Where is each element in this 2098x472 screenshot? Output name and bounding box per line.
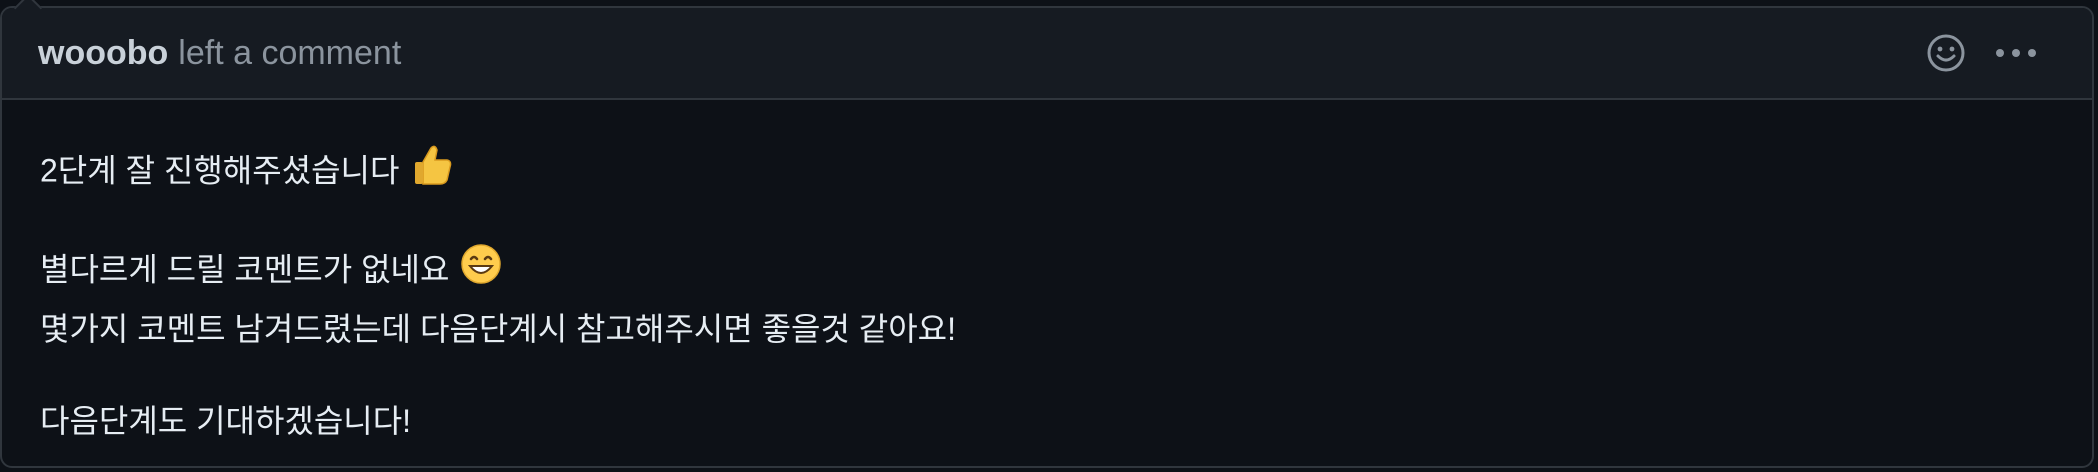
comment-paragraph: 별다르게 드릴 코멘트가 없네요 몇가지 코멘트 남겨드렸는데 다음단계시 참고… bbox=[40, 242, 2054, 356]
comment-line-text: 별다르게 드릴 코멘트가 없네요 bbox=[40, 251, 450, 288]
comment-line: 별다르게 드릴 코멘트가 없네요 bbox=[40, 242, 2054, 302]
thumbs-up-icon bbox=[409, 142, 455, 204]
smiley-icon[interactable] bbox=[1926, 33, 1966, 73]
kebab-menu-icon[interactable] bbox=[1994, 47, 2038, 59]
comment-line: 2단계 잘 진행해주셨습니다 bbox=[40, 142, 2054, 204]
comment-line-text: 2단계 잘 진행해주셨습니다 bbox=[40, 152, 400, 189]
comment-line: 다음단계도 기대하겠습니다! bbox=[40, 403, 412, 439]
comment-header: wooobo left a comment bbox=[2, 8, 2092, 100]
comment-action-text: left a comment bbox=[178, 33, 402, 72]
comment-header-text: wooobo left a comment bbox=[38, 34, 1926, 73]
grinning-face-icon bbox=[459, 242, 503, 302]
comment-card: wooobo left a comment 2단계 잘 진행해주셨습니다 별다르… bbox=[0, 0, 2094, 468]
comment-paragraph: 2단계 잘 진행해주셨습니다 bbox=[40, 142, 2054, 204]
comment-paragraph: 다음단계도 기대하겠습니다! bbox=[40, 394, 2054, 448]
comment-author[interactable]: wooobo bbox=[38, 34, 168, 72]
comment-line: 몇가지 코멘트 남겨드렸는데 다음단계시 참고해주시면 좋을것 같아요! bbox=[40, 311, 956, 347]
comment-body: 2단계 잘 진행해주셨습니다 별다르게 드릴 코멘트가 없네요 몇가지 코멘트 … bbox=[2, 100, 2092, 448]
header-tools bbox=[1926, 33, 2038, 73]
